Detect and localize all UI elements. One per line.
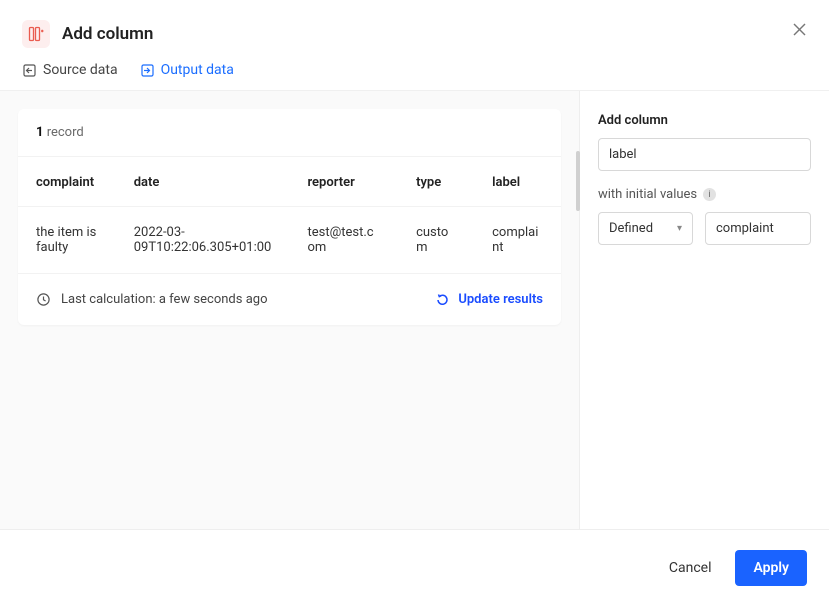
col-label: label <box>474 157 561 207</box>
refresh-icon <box>435 292 450 307</box>
modal-title: Add column <box>62 24 153 44</box>
last-calculation-text: Last calculation: a few seconds ago <box>61 292 267 307</box>
col-date: date <box>116 157 290 207</box>
table-row: the item is faulty 2022-03-09T10:22:06.3… <box>18 207 561 274</box>
record-count: 1 record <box>18 109 561 157</box>
output-data-icon <box>140 63 155 78</box>
column-name-input[interactable] <box>598 138 811 171</box>
col-reporter: reporter <box>289 157 398 207</box>
cancel-button[interactable]: Cancel <box>663 552 718 584</box>
col-complaint: complaint <box>18 157 116 207</box>
cell-complaint: the item is faulty <box>18 207 116 274</box>
tab-source-data[interactable]: Source data <box>22 62 118 78</box>
chevron-down-icon: ▾ <box>677 223 682 234</box>
cell-type: custom <box>398 207 474 274</box>
scrollbar-hint[interactable] <box>576 151 580 211</box>
cell-label: complaint <box>474 207 561 274</box>
update-results-label: Update results <box>458 292 543 307</box>
close-button[interactable] <box>792 22 807 41</box>
apply-button[interactable]: Apply <box>735 550 807 586</box>
tab-output-label: Output data <box>161 62 234 78</box>
col-type: type <box>398 157 474 207</box>
clock-icon <box>36 292 51 307</box>
initial-mode-select[interactable]: Defined ▾ <box>598 212 693 245</box>
table-header-row: complaint date reporter type label <box>18 157 561 207</box>
initial-values-label: with initial values <box>598 187 697 202</box>
initial-value-input[interactable] <box>705 212 811 245</box>
tab-source-label: Source data <box>43 62 118 78</box>
initial-mode-value: Defined <box>609 221 653 236</box>
source-data-icon <box>22 63 37 78</box>
sidebar-title: Add column <box>598 113 811 128</box>
info-icon[interactable]: i <box>703 188 716 201</box>
add-column-app-icon <box>22 20 50 48</box>
preview-card: 1 record complaint date reporter type la… <box>18 109 561 325</box>
cell-date: 2022-03-09T10:22:06.305+01:00 <box>116 207 290 274</box>
update-results-button[interactable]: Update results <box>435 292 543 307</box>
tab-output-data[interactable]: Output data <box>140 62 234 78</box>
cell-reporter: test@test.com <box>289 207 398 274</box>
